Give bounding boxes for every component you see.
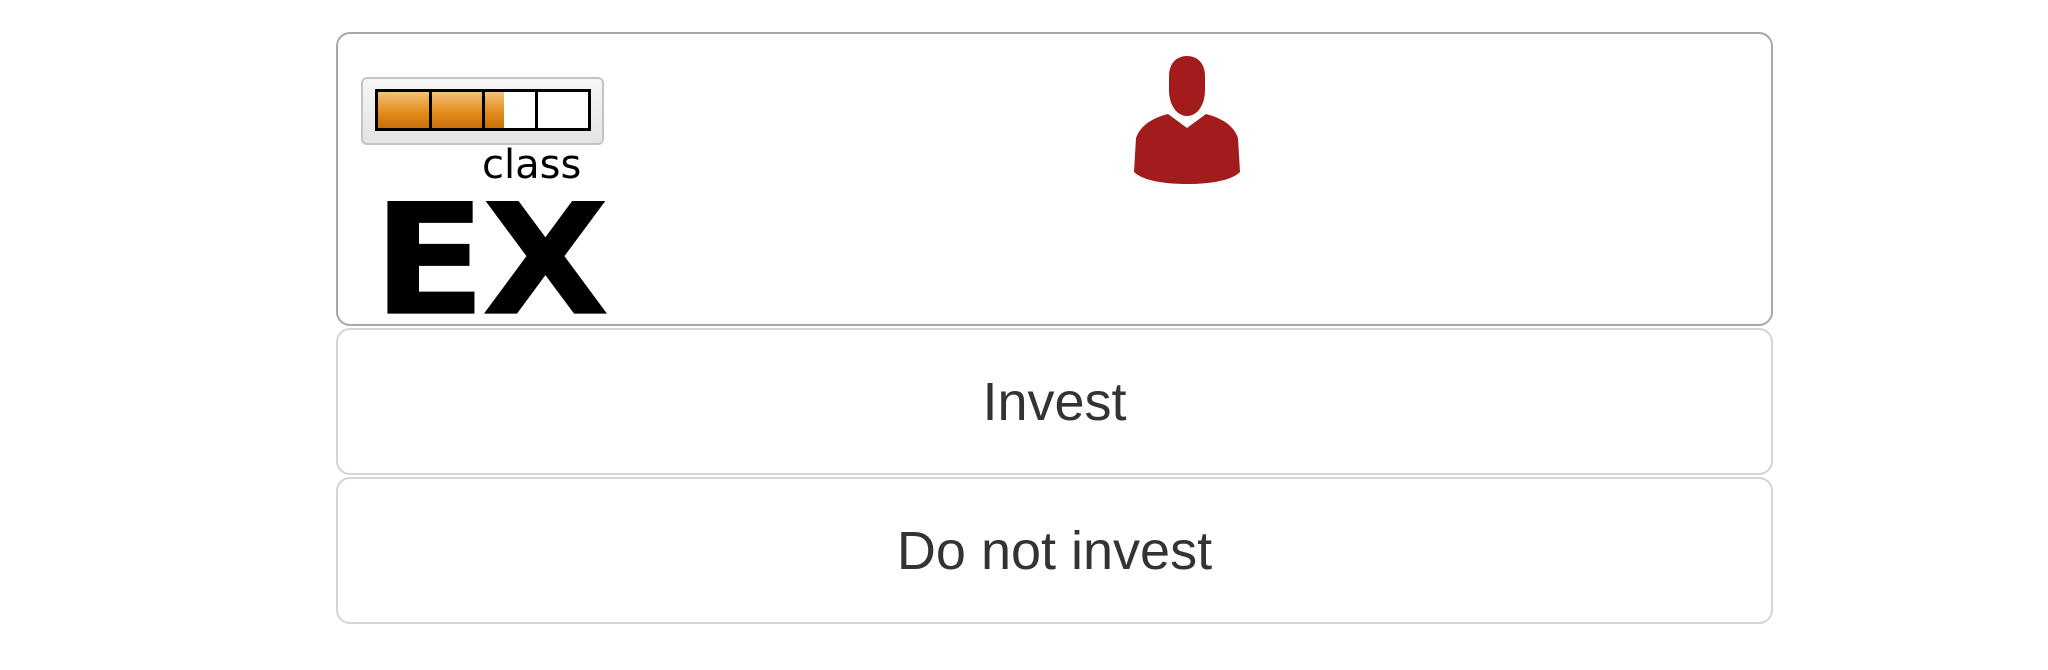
person-icon <box>1134 56 1240 184</box>
logo-meter <box>375 89 591 131</box>
do-not-invest-button[interactable]: Do not invest <box>336 477 1773 624</box>
logo-meter-frame <box>361 77 604 145</box>
decision-panel: class EX Invest Do not invest <box>336 32 1773 624</box>
logo-ex-text: EX <box>372 170 610 351</box>
logo-meter-fill <box>378 92 504 128</box>
logo-meter-divider <box>482 92 485 128</box>
classex-logo: class EX <box>361 77 610 338</box>
logo-meter-divider <box>429 92 432 128</box>
header-card: class EX <box>336 32 1773 338</box>
logo-meter-divider <box>535 92 538 128</box>
